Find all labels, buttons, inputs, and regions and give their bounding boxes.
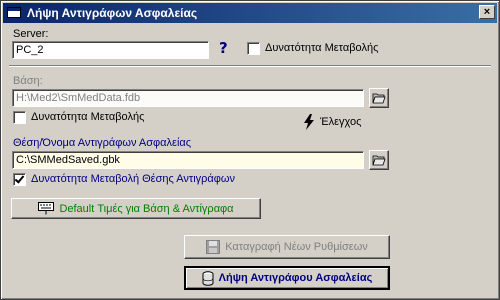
database-browse-button[interactable] [369,88,389,108]
take-backup-label: Λήψη Αντιγράφου Ασφαλείας [218,272,373,284]
database-label: Βάση: [13,75,43,87]
floppy-disk-icon [206,240,221,254]
separator-top [9,65,491,67]
lightning-icon[interactable] [303,114,315,130]
take-backup-button[interactable]: Λήψη Αντιγράφου Ασφαλείας [184,266,390,290]
close-button[interactable]: × [479,5,495,19]
defaults-button[interactable]: Default Τιμές για Βάση & Αντίγραφα [11,198,261,219]
help-icon[interactable]: ? [219,39,228,57]
server-input[interactable]: PC_2 [12,41,209,59]
backup-path-label: Θέση/Όνομα Αντιγράφων Ασφαλείας [13,137,192,149]
server-label: Server: [13,28,49,40]
backup-dialog: Λήψη Αντιγράφων Ασφαλείας × Server: PC_2… [0,0,500,300]
defaults-button-label: Default Τιμές για Βάση & Αντίγραφα [59,202,234,215]
backup-path-input[interactable]: C:\SMMedSaved.gbk [12,151,364,169]
database-icon [202,270,214,286]
backup-browse-button[interactable] [369,150,389,170]
server-modify-label[interactable]: Δυνατότητα Μεταβολής [265,42,378,55]
database-input[interactable]: H:\Med2\SmMedData.fdb [12,89,364,107]
save-settings-button[interactable]: Καταγραφή Νέων Ρυθμίσεων [184,235,390,259]
database-modify-label[interactable]: Δυνατότητα Μεταβολής [31,111,144,124]
title-bar[interactable]: Λήψη Αντιγράφων Ασφαλείας × [3,3,497,23]
server-modify-checkbox[interactable] [247,42,260,55]
database-check-label[interactable]: Έλεγχος [320,116,361,129]
database-modify-checkbox[interactable] [13,111,26,124]
backup-modify-checkbox[interactable] [13,173,26,186]
save-settings-label: Καταγραφή Νέων Ρυθμίσεων [225,241,368,253]
open-folder-icon [372,155,386,166]
backup-modify-label[interactable]: Δυνατότητα Μεταβολή Θέσης Αντιγράφων [31,173,235,186]
keyboard-icon [38,202,55,215]
window-title: Λήψη Αντιγράφων Ασφαλείας [27,6,198,20]
window-icon [7,7,21,18]
open-folder-icon [372,93,386,104]
